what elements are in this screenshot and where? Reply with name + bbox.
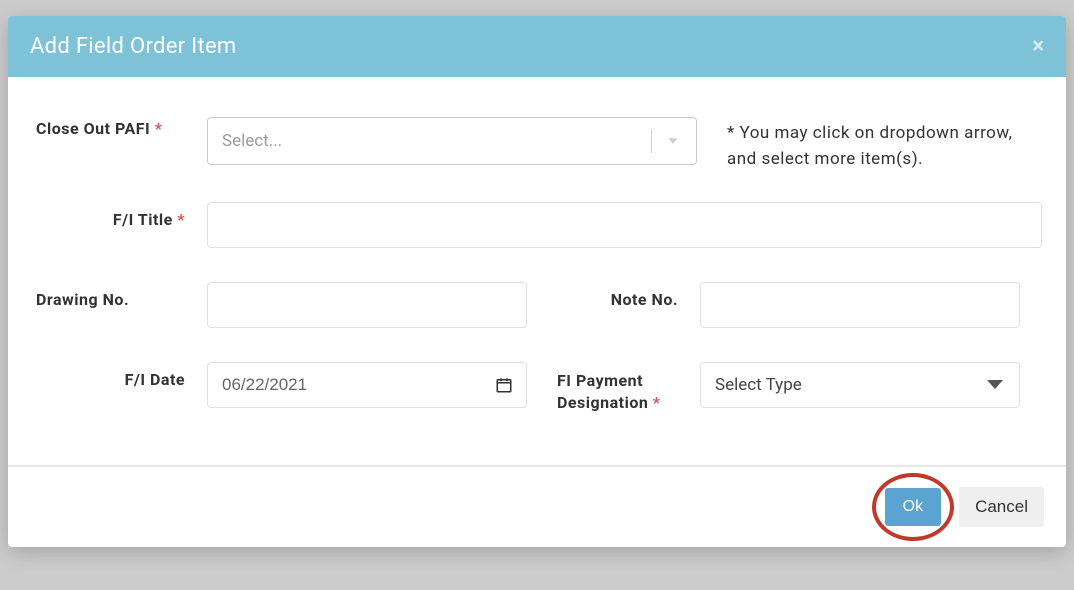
fi-payment-label: FI Payment Designation * xyxy=(557,362,700,415)
calendar-icon xyxy=(495,376,513,394)
modal-title: Add Field Order Item xyxy=(30,34,237,59)
add-field-order-item-modal: Add Field Order Item × Close Out PAFI * … xyxy=(8,16,1066,547)
modal-body: Close Out PAFI * Select... * You may cli… xyxy=(8,77,1066,465)
drawing-no-input[interactable] xyxy=(207,282,527,328)
fi-payment-select[interactable]: Select Type xyxy=(700,362,1020,408)
close-icon[interactable]: × xyxy=(1032,34,1044,59)
select-placeholder: Select... xyxy=(222,131,282,151)
chevron-down-icon xyxy=(985,378,1005,392)
select-type-placeholder: Select Type xyxy=(715,375,802,395)
ok-button-highlight: Ok xyxy=(885,488,941,526)
fi-title-input[interactable] xyxy=(207,202,1042,248)
fi-title-label: F/I Title * xyxy=(32,202,207,229)
fi-date-label: F/I Date xyxy=(32,362,207,389)
modal-footer: Ok Cancel xyxy=(8,465,1066,547)
dropdown-hint: * You may click on dropdown arrow, and s… xyxy=(727,117,1017,172)
fi-date-input[interactable] xyxy=(207,362,527,408)
select-divider xyxy=(651,129,652,153)
drawing-no-label: Drawing No. xyxy=(32,282,207,309)
note-no-label: Note No. xyxy=(557,282,700,309)
cancel-button[interactable]: Cancel xyxy=(959,487,1044,527)
chevron-down-icon xyxy=(664,132,682,150)
ok-button[interactable]: Ok xyxy=(885,488,941,526)
close-out-pafi-select[interactable]: Select... xyxy=(207,117,697,165)
modal-header: Add Field Order Item × xyxy=(8,16,1066,77)
close-out-pafi-label: Close Out PAFI * xyxy=(32,117,207,138)
note-no-input[interactable] xyxy=(700,282,1020,328)
